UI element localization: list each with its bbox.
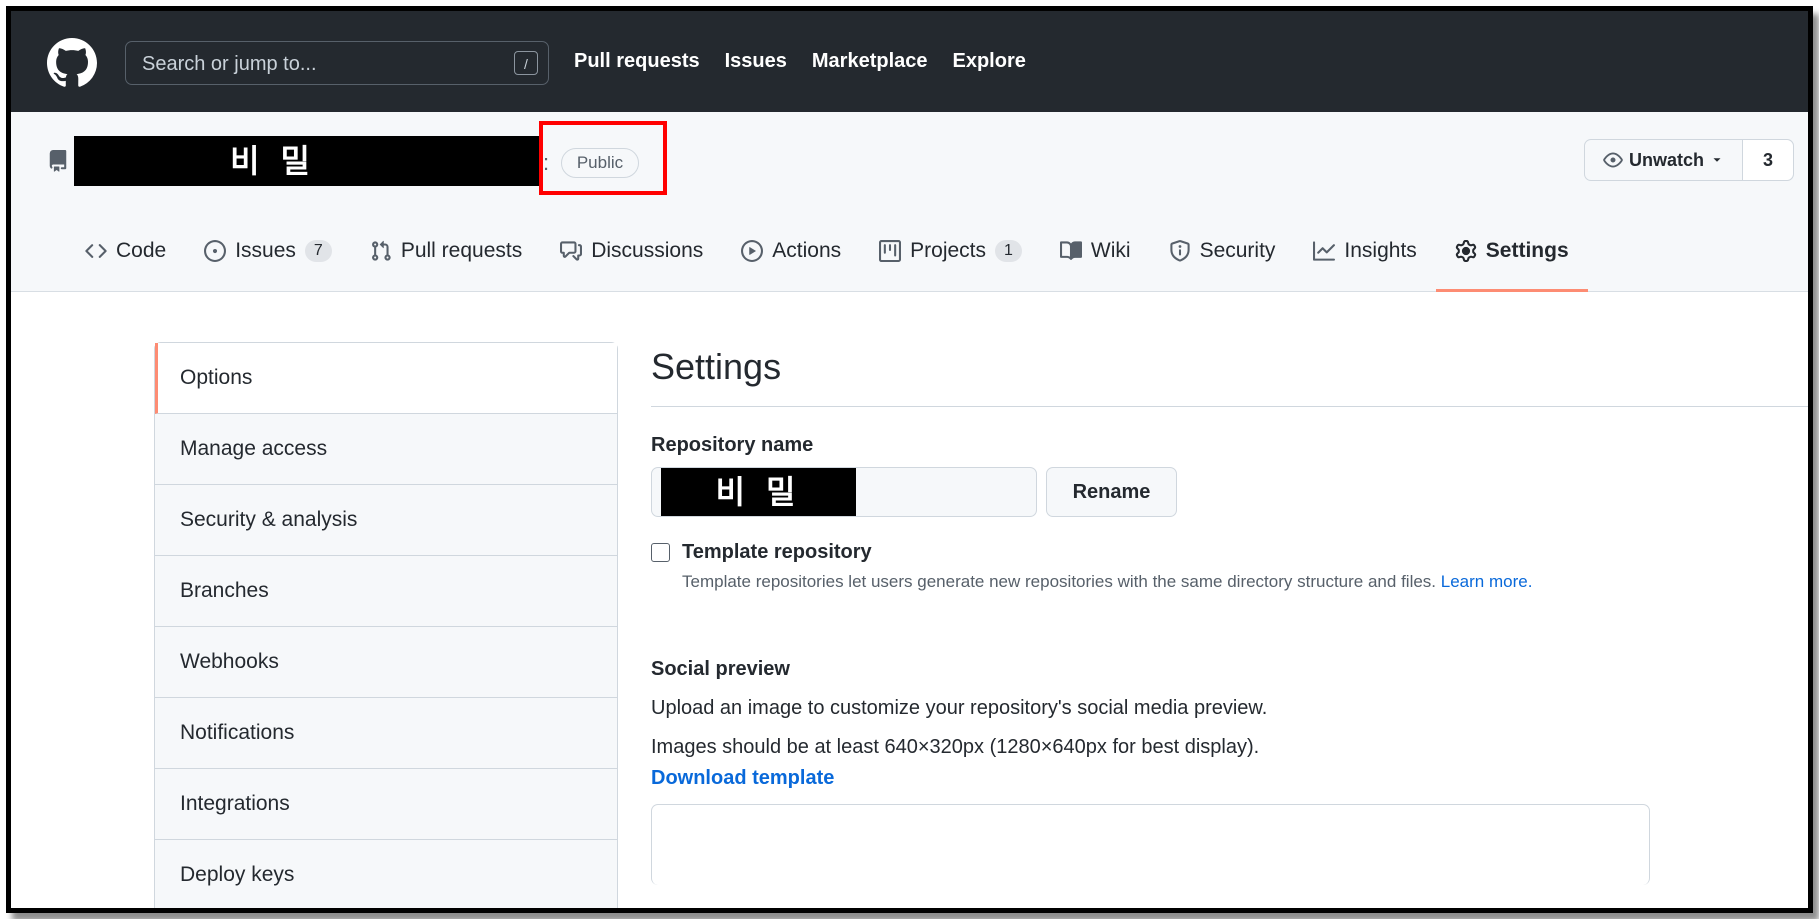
project-icon [879, 240, 902, 262]
search-placeholder: Search or jump to... [142, 53, 317, 75]
unwatch-label: Unwatch [1628, 149, 1704, 170]
template-help-text: Template repositories let users generate… [682, 572, 1437, 591]
tab-projects[interactable]: Projects 1 [860, 211, 1041, 291]
social-preview-size: Images should be at least 640×320px (128… [651, 736, 1260, 758]
tab-issues-label: Issues [235, 239, 296, 262]
nav-explore[interactable]: Explore [953, 50, 1026, 73]
tab-security-label: Security [1199, 239, 1276, 262]
comment-discussion-icon [560, 241, 583, 261]
repo-tabs: Code Issues 7 Pull requests Discussions … [66, 211, 1588, 292]
sidebar-item-notifications[interactable]: Notifications [155, 698, 617, 769]
page-title: Settings [651, 342, 1808, 407]
shield-icon [1169, 240, 1190, 262]
watch-count[interactable]: 3 [1743, 140, 1793, 180]
repo-header: 비 밀 : Public Unwatch 3 Code Issues 7 Pul… [11, 112, 1808, 292]
graph-icon [1313, 241, 1336, 261]
template-repo-row: Template repository [651, 541, 1808, 564]
social-preview-desc: Upload an image to customize your reposi… [651, 697, 1268, 719]
tab-wiki-label: Wiki [1090, 239, 1131, 262]
tab-projects-label: Projects [910, 239, 986, 262]
tab-actions[interactable]: Actions [722, 211, 860, 291]
highlight-box [539, 121, 667, 195]
repo-name-input[interactable]: 비 밀 [651, 467, 1037, 517]
social-preview-label: Social preview [651, 658, 790, 680]
template-repo-label[interactable]: Template repository [682, 541, 872, 564]
watch-button-group: Unwatch 3 [1583, 139, 1794, 181]
sidebar-item-branches[interactable]: Branches [155, 556, 617, 627]
nav-issues[interactable]: Issues [725, 50, 787, 73]
tab-discussions[interactable]: Discussions [541, 211, 722, 291]
tab-settings[interactable]: Settings [1435, 211, 1588, 292]
search-shortcut-key: / [514, 51, 538, 75]
tab-issues[interactable]: Issues 7 [185, 211, 351, 291]
nav-pull-requests[interactable]: Pull requests [574, 50, 700, 73]
settings-main: Settings Repository name 비 밀 Rename Temp… [651, 342, 1808, 885]
gear-icon [1455, 240, 1476, 262]
tab-settings-label: Settings [1485, 239, 1569, 262]
repo-icon [49, 150, 67, 172]
tab-code-label: Code [116, 239, 167, 262]
play-icon [741, 240, 764, 262]
settings-sidebar: Options Manage access Security & analysi… [154, 342, 618, 908]
template-repo-checkbox[interactable] [651, 543, 670, 562]
sidebar-item-deploy-keys[interactable]: Deploy keys [155, 840, 617, 908]
tab-pull-requests[interactable]: Pull requests [351, 211, 541, 291]
repo-name-redacted[interactable]: 비 밀 [74, 136, 542, 186]
global-header: Search or jump to... / Pull requests Iss… [11, 11, 1808, 112]
eye-icon [1603, 152, 1623, 168]
pull-request-icon [371, 240, 391, 261]
issues-count: 7 [304, 240, 332, 262]
tab-insights[interactable]: Insights [1294, 211, 1435, 291]
caret-down-icon [1713, 158, 1721, 162]
nav-marketplace[interactable]: Marketplace [812, 50, 928, 73]
tab-actions-label: Actions [772, 239, 842, 262]
tab-pull-requests-label: Pull requests [400, 239, 523, 262]
repo-name-label: Repository name [651, 434, 814, 456]
tab-security[interactable]: Security [1150, 211, 1295, 291]
global-nav: Pull requests Issues Marketplace Explore [574, 11, 1026, 112]
sidebar-item-webhooks[interactable]: Webhooks [155, 627, 617, 698]
sidebar-item-manage-access[interactable]: Manage access [155, 414, 617, 485]
tab-wiki[interactable]: Wiki [1041, 211, 1150, 291]
template-repo-help: Template repositories let users generate… [682, 572, 1808, 592]
tab-discussions-label: Discussions [591, 239, 704, 262]
sidebar-item-integrations[interactable]: Integrations [155, 769, 617, 840]
book-icon [1059, 241, 1082, 260]
sidebar-item-options[interactable]: Options [155, 343, 617, 414]
screenshot-frame: Search or jump to... / Pull requests Iss… [6, 6, 1813, 913]
rename-row: 비 밀 Rename [651, 467, 1808, 517]
tab-insights-label: Insights [1344, 239, 1417, 262]
tab-code[interactable]: Code [66, 211, 185, 291]
search-input[interactable]: Search or jump to... / [125, 41, 549, 85]
rename-button[interactable]: Rename [1046, 467, 1177, 517]
issue-icon [204, 240, 227, 262]
projects-count: 1 [995, 240, 1022, 262]
code-icon [85, 244, 107, 258]
sidebar-item-security-analysis[interactable]: Security & analysis [155, 485, 617, 556]
social-preview-box[interactable] [651, 804, 1650, 885]
learn-more-link[interactable]: Learn more. [1441, 572, 1533, 591]
unwatch-button[interactable]: Unwatch [1585, 140, 1743, 180]
repo-name-value-redacted: 비 밀 [661, 468, 856, 516]
download-template-link[interactable]: Download template [651, 767, 1808, 790]
github-logo-icon[interactable] [47, 38, 97, 88]
